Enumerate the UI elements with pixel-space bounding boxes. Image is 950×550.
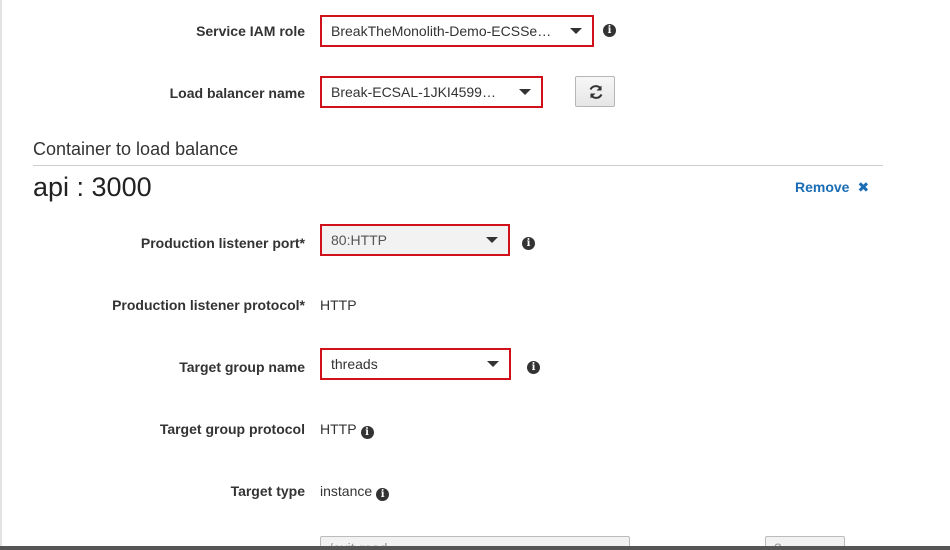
service-iam-role-label: Service IAM role: [196, 23, 305, 39]
target-type-value: instance: [320, 483, 373, 499]
caret-down-icon: [519, 89, 531, 95]
target-group-protocol-row: HTTP i: [320, 421, 374, 439]
bottom-edge: [0, 546, 950, 550]
info-icon[interactable]: i: [522, 237, 535, 250]
section-divider: [33, 165, 883, 166]
target-group-name-label: Target group name: [179, 359, 305, 375]
left-panel-border: [0, 0, 2, 550]
service-iam-role-select[interactable]: BreakTheMonolith-Demo-ECSServ...: [320, 15, 594, 47]
production-listener-port-value: 80:HTTP: [331, 232, 388, 248]
target-type-label: Target type: [230, 483, 305, 499]
caret-down-icon: [487, 361, 499, 367]
ecs-service-load-balancing-form: Service IAM role BreakTheMonolith-Demo-E…: [0, 0, 950, 550]
refresh-icon: [589, 85, 603, 99]
container-to-load-balance-title: Container to load balance: [33, 139, 239, 159]
load-balancer-name-select[interactable]: Break-ECSAL-1JKI45996...: [320, 76, 543, 108]
target-group-protocol-value: HTTP: [320, 421, 357, 437]
production-listener-protocol-label: Production listener protocol*: [112, 297, 305, 313]
production-listener-port-label: Production listener port*: [140, 235, 305, 251]
info-icon[interactable]: i: [360, 426, 374, 439]
target-group-protocol-label: Target group protocol: [159, 421, 305, 437]
load-balancer-name-value: Break-ECSAL-1JKI45996...: [331, 84, 501, 100]
remove-container-link[interactable]: Remove ✖: [795, 179, 869, 196]
load-balancer-name-label: Load balancer name: [169, 85, 305, 101]
service-iam-role-value: BreakTheMonolith-Demo-ECSServ...: [331, 23, 552, 39]
info-icon[interactable]: i: [603, 24, 616, 37]
refresh-button[interactable]: [575, 76, 615, 107]
container-name-heading: api : 3000: [33, 172, 152, 202]
production-listener-port-select[interactable]: 80:HTTP: [320, 224, 510, 256]
target-group-name-select[interactable]: threads: [320, 348, 511, 380]
remove-label: Remove: [795, 179, 850, 195]
target-type-row: instance i: [320, 483, 390, 501]
production-listener-protocol-value: HTTP: [320, 297, 357, 313]
info-icon[interactable]: i: [376, 488, 390, 501]
caret-down-icon: [570, 28, 582, 34]
target-group-name-value: threads: [331, 356, 378, 372]
info-icon[interactable]: i: [527, 361, 540, 374]
caret-down-icon: [486, 237, 498, 243]
close-icon: ✖: [857, 179, 870, 195]
